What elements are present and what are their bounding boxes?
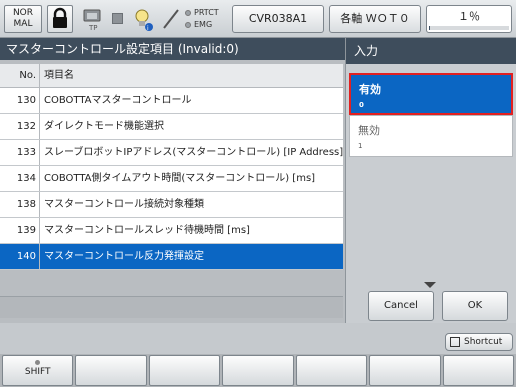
table-row[interactable]: 130 COBOTTAマスターコントロール bbox=[0, 88, 343, 114]
function-key-4[interactable] bbox=[295, 355, 368, 386]
row-name: ダイレクトモード機能選択 bbox=[44, 121, 164, 132]
row-number: 132 bbox=[0, 114, 40, 139]
row-number: 134 bbox=[0, 166, 40, 191]
prtct-led bbox=[185, 10, 191, 16]
shift-led bbox=[35, 360, 41, 365]
row-number: 140 bbox=[0, 244, 40, 269]
option-disabled[interactable]: 無効 1 bbox=[349, 115, 513, 157]
shift-label: SHIFT bbox=[24, 367, 51, 377]
function-key-bar: SHIFT bbox=[0, 354, 516, 387]
option-label: 無効 bbox=[358, 124, 380, 137]
status-bar: NOR MAL TP i PRTCT EMG CVR038A1 各軸 ＷＯＴ０ … bbox=[0, 0, 516, 38]
prtct-label: PRTCT bbox=[194, 8, 219, 17]
tp-label: TP bbox=[88, 24, 98, 32]
function-key-5[interactable] bbox=[369, 355, 441, 386]
emg-led bbox=[185, 22, 191, 28]
mode-label-line1: NOR bbox=[12, 8, 34, 18]
row-name: マスターコントロール反力発揮設定 bbox=[44, 251, 204, 262]
row-number: 130 bbox=[0, 88, 40, 113]
input-panel-title: 入力 bbox=[346, 38, 516, 64]
row-name: マスターコントロールスレッド待機時間 [ms] bbox=[44, 225, 250, 236]
cancel-button[interactable]: Cancel bbox=[368, 291, 434, 321]
row-name: COBOTTA側タイムアウト時間(マスターコントロール) [ms] bbox=[44, 173, 316, 184]
speed-bar bbox=[429, 26, 509, 30]
scroll-down-icon[interactable] bbox=[424, 282, 436, 288]
option-value: 1 bbox=[358, 142, 363, 150]
parameter-list-panel: マスターコントロール設定項目 (Invalid:0) No. 項目名 130 CO… bbox=[0, 38, 345, 323]
ok-button[interactable]: OK bbox=[442, 291, 508, 321]
table-footer bbox=[0, 296, 343, 318]
row-name: スレーブロボットIPアドレス(マスターコントロール) [IP Address] bbox=[44, 147, 343, 158]
table-row[interactable]: 133 スレーブロボットIPアドレス(マスターコントロール) [IP Addres… bbox=[0, 140, 343, 166]
table-row[interactable]: 138 マスターコントロール接続対象種類 bbox=[0, 192, 343, 218]
shortcut-button[interactable]: Shortcut bbox=[445, 333, 513, 351]
program-button[interactable]: CVR038A1 bbox=[232, 5, 324, 33]
function-key-3[interactable] bbox=[222, 355, 294, 386]
table-row[interactable]: 132 ダイレクトモード機能選択 bbox=[0, 114, 343, 140]
mode-label-line2: MAL bbox=[13, 19, 33, 29]
header-no: No. bbox=[0, 64, 40, 87]
lock-button[interactable] bbox=[47, 5, 73, 33]
table-row[interactable]: 134 COBOTTA側タイムアウト時間(マスターコントロール) [ms] bbox=[0, 166, 343, 192]
function-key-1[interactable] bbox=[75, 355, 147, 386]
shortcut-label: Shortcut bbox=[464, 337, 503, 347]
input-panel: 入力 有効 0 無効 1 Cancel OK bbox=[345, 38, 516, 323]
function-key-6[interactable] bbox=[442, 355, 514, 386]
speed-display[interactable]: １％ bbox=[426, 5, 512, 33]
option-value: 0 bbox=[359, 101, 364, 109]
row-number: 139 bbox=[0, 218, 40, 243]
light-bulb-icon: i bbox=[133, 6, 155, 34]
option-label: 有効 bbox=[359, 83, 381, 96]
speed-bar-fill bbox=[429, 26, 430, 30]
teach-pendant-screen: NOR MAL TP i PRTCT EMG CVR038A1 各軸 ＷＯＴ０ … bbox=[0, 0, 516, 387]
table-header: No. 項目名 bbox=[0, 64, 343, 88]
speed-value: １％ bbox=[458, 10, 480, 23]
wrench-icon bbox=[160, 6, 182, 32]
lock-icon bbox=[53, 7, 67, 28]
header-name: 項目名 bbox=[44, 70, 74, 81]
row-number: 133 bbox=[0, 140, 40, 165]
table-row[interactable]: 139 マスターコントロールスレッド待機時間 [ms] bbox=[0, 218, 343, 244]
shift-key[interactable]: SHIFT bbox=[2, 355, 74, 386]
row-name: COBOTTAマスターコントロール bbox=[44, 95, 192, 106]
emg-label: EMG bbox=[194, 20, 213, 29]
teach-pendant-icon: TP bbox=[80, 6, 106, 34]
option-enabled[interactable]: 有効 0 bbox=[349, 73, 513, 115]
row-number: 138 bbox=[0, 192, 40, 217]
axis-mode-button[interactable]: 各軸 ＷＯＴ０ bbox=[329, 5, 421, 33]
table-row[interactable]: 140 マスターコントロール反力発揮設定 bbox=[0, 244, 343, 270]
protect-emergency-indicators: PRTCT EMG bbox=[185, 7, 219, 31]
function-key-2[interactable] bbox=[148, 355, 221, 386]
row-name: マスターコントロール接続対象種類 bbox=[44, 199, 204, 210]
mode-button[interactable]: NOR MAL bbox=[4, 5, 42, 33]
square-indicator-icon bbox=[112, 13, 123, 24]
panel-title: マスターコントロール設定項目 (Invalid:0) bbox=[0, 38, 345, 60]
parameter-table: No. 項目名 130 COBOTTAマスターコントロール 132 ダイレクトモード機… bbox=[0, 64, 343, 270]
shortcut-icon bbox=[450, 337, 460, 347]
